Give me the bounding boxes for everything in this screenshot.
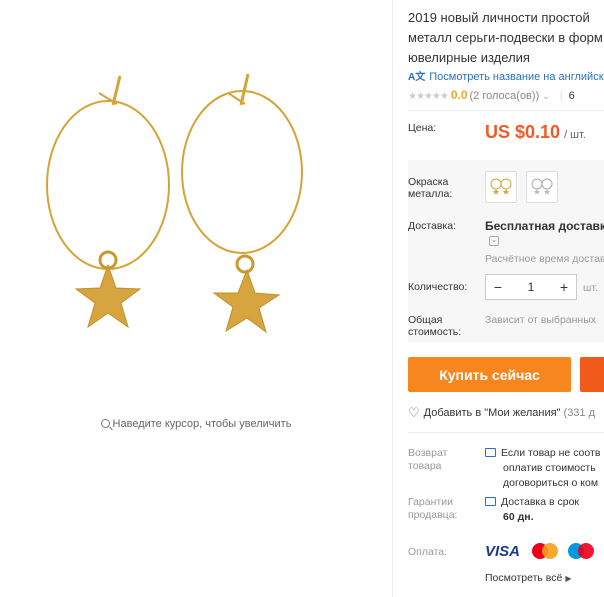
- swatch-silver[interactable]: [526, 171, 558, 203]
- rating-stars-icon: ★★★★★: [408, 91, 449, 102]
- translate-link[interactable]: A文 Посмотреть название на английском: [408, 68, 604, 83]
- color-label: Окраска металла:: [408, 176, 453, 200]
- wishlist-link[interactable]: ♡ Добавить в "Мои желания" (331 д: [408, 405, 595, 421]
- quantity-stepper[interactable]: − 1 +: [485, 274, 577, 300]
- votes-count[interactable]: (2 голоса(ов)): [470, 90, 540, 102]
- shipping-time: Расчётное время доставки: [485, 253, 604, 265]
- divider: [408, 432, 604, 433]
- gold-earring-thumb-icon: [490, 178, 512, 195]
- zoom-hint: Наведите курсор, чтобы увеличить: [0, 418, 392, 430]
- price-value: US $0.10/ шт.: [485, 122, 586, 143]
- payment-label: Оплата:: [408, 546, 448, 558]
- heart-icon: ♡: [408, 405, 420, 420]
- wishlist-count: (331 д: [563, 407, 596, 419]
- add-to-cart-button[interactable]: [580, 357, 604, 392]
- buy-now-button[interactable]: Купить сейчас: [408, 357, 571, 392]
- return-label: Возврат товара: [408, 447, 448, 472]
- see-all-payments-link[interactable]: Посмотреть всё ▶: [485, 572, 572, 584]
- return-icon: [485, 448, 496, 457]
- wishlist-text[interactable]: Добавить в "Мои желания": [424, 407, 561, 419]
- return-line-2: оплатив стоимость: [503, 462, 596, 474]
- product-title: 2019 новый личности простой металл серьг…: [408, 8, 604, 68]
- total-label: Общая стоимость:: [408, 314, 462, 338]
- product-info-panel: 2019 новый личности простой металл серьг…: [408, 0, 604, 597]
- price-label: Цена:: [408, 122, 437, 134]
- zoom-hint-text: Наведите курсор, чтобы увеличить: [112, 418, 292, 430]
- title-line-1: 2019 новый личности простой: [408, 10, 590, 25]
- shipping-title: Бесплатная доставка: [485, 219, 604, 233]
- product-image[interactable]: [20, 60, 370, 350]
- quantity-input[interactable]: 1: [510, 280, 552, 294]
- product-image-panel[interactable]: Наведите курсор, чтобы увеличить: [0, 0, 392, 597]
- divider: [408, 110, 604, 111]
- guarantee-info: Доставка в срок 60 дн.: [485, 495, 579, 525]
- quantity-unit: шт.: [583, 282, 598, 294]
- silver-earring-thumb-icon: [531, 178, 553, 195]
- guarantee-label: Гарантии продавца:: [408, 496, 458, 521]
- shipping-label: Доставка:: [408, 220, 457, 232]
- title-line-3: ювелирные изделия: [408, 50, 530, 65]
- panel-divider: [392, 0, 393, 597]
- payment-methods: VISA: [485, 541, 596, 561]
- price-amount: US $0.10: [485, 122, 561, 142]
- visa-icon: VISA: [485, 542, 521, 560]
- quantity-plus-button[interactable]: +: [552, 279, 576, 295]
- rating-separator: |: [559, 90, 563, 102]
- quantity-minus-button[interactable]: −: [486, 279, 510, 295]
- total-note: Зависит от выбранных: [485, 314, 597, 326]
- translate-icon: A文: [408, 72, 426, 83]
- caret-right-icon: ▶: [565, 574, 572, 583]
- return-line-3: договориться о ком: [503, 477, 599, 489]
- rating-value: 0.0: [450, 88, 468, 102]
- title-line-2: металл серьги-подвески в форм: [408, 30, 603, 45]
- mastercard-icon: [530, 541, 560, 561]
- price-unit: / шт.: [564, 129, 586, 141]
- return-line-1: Если товар не соотв: [501, 447, 601, 459]
- magnifier-icon: [100, 419, 110, 428]
- orders-count: 6: [568, 90, 575, 102]
- translate-link-text[interactable]: Посмотреть название на английском: [429, 71, 604, 83]
- truck-icon: [485, 497, 496, 506]
- guarantee-line-1: Доставка в срок: [501, 496, 580, 508]
- quantity-label: Количество:: [408, 281, 468, 293]
- see-all-text[interactable]: Посмотреть всё: [485, 572, 562, 584]
- swatch-gold[interactable]: [485, 171, 517, 203]
- shipping-dropdown-icon[interactable]: ⌄: [489, 236, 499, 246]
- rating-row: ★★★★★ 0.0 (2 голоса(ов)) ⌄ | 6: [408, 88, 575, 102]
- maestro-icon: [566, 541, 596, 561]
- guarantee-line-2: 60 дн.: [503, 511, 534, 523]
- chevron-down-icon[interactable]: ⌄: [542, 91, 550, 101]
- return-policy: Если товар не соотв оплатив стоимость до…: [485, 446, 600, 491]
